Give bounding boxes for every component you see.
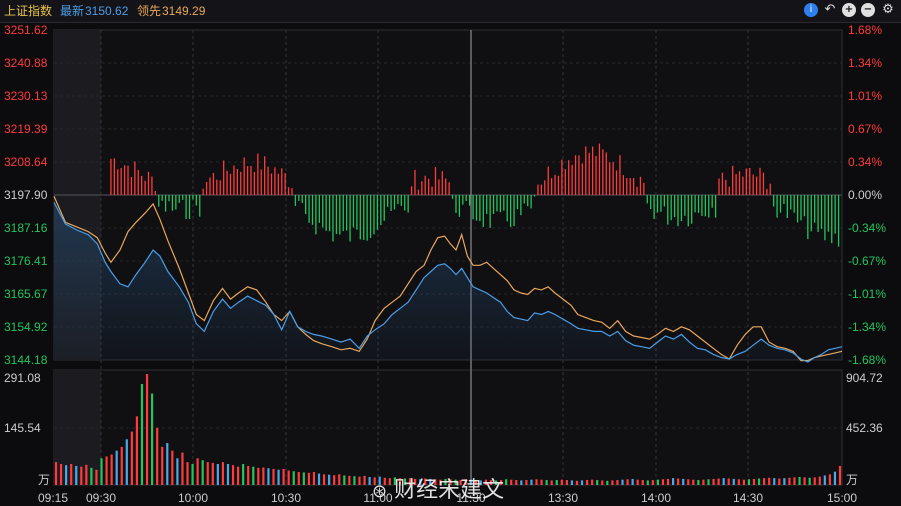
volume-tick-right: 452.36 — [846, 421, 883, 435]
volume-tick-right: 万 — [846, 473, 858, 487]
price-tick-left: 3251.62 — [4, 23, 48, 37]
time-tick: 14:30 — [733, 491, 763, 505]
price-tick-left: 3187.16 — [4, 221, 48, 235]
latest-label: 最新 — [60, 4, 85, 18]
time-tick: 13:30 — [548, 491, 578, 505]
volume-tick-left: 145.54 — [4, 421, 41, 435]
price-tick-left: 3208.64 — [4, 155, 48, 169]
index-name: 上证指数 — [4, 4, 53, 18]
price-tick-left: 3154.92 — [4, 320, 48, 334]
price-tick-left: 3219.39 — [4, 122, 48, 136]
percent-tick-right: 1.68% — [848, 23, 882, 37]
percent-tick-right: -1.01% — [848, 287, 886, 301]
percent-tick-right: 0.00% — [848, 188, 882, 202]
percent-tick-right: -0.67% — [848, 254, 886, 268]
price-tick-left: 3144.18 — [4, 353, 48, 367]
percent-tick-right: 0.67% — [848, 122, 882, 136]
volume-tick-left: 291.08 — [4, 371, 41, 385]
time-tick: 09:30 — [86, 491, 116, 505]
time-tick: 15:00 — [827, 491, 857, 505]
percent-tick-right: 1.01% — [848, 89, 882, 103]
latest-value: 3150.62 — [85, 4, 129, 18]
price-tick-left: 3165.67 — [4, 287, 48, 301]
percent-tick-right: -1.68% — [848, 353, 886, 367]
chart-grid — [53, 29, 843, 486]
price-tick-left: 3197.90 — [4, 188, 48, 202]
watermark: ⊛ 财经宋建文 — [372, 472, 504, 504]
zoom-out-icon[interactable]: − — [861, 3, 875, 17]
zoom-in-icon[interactable]: + — [842, 3, 856, 17]
price-tick-left: 3230.13 — [4, 89, 48, 103]
percent-tick-right: 0.34% — [848, 155, 882, 169]
price-tick-left: 3176.41 — [4, 254, 48, 268]
volume-tick-right: 904.72 — [846, 371, 883, 385]
volume-tick-left: 万 — [38, 473, 50, 487]
undo-icon[interactable]: ↶ — [823, 3, 837, 17]
percent-tick-right: 1.34% — [848, 56, 882, 70]
chart-header: 上证指数 最新 3150.62 领先 3149.29 i ↶ + − ⚙ — [0, 0, 901, 23]
info-icon[interactable]: i — [804, 3, 818, 17]
percent-tick-right: -0.34% — [848, 221, 886, 235]
intraday-chart[interactable]: 3251.62 1.68% 3240.88 1.34% 3230.13 1.01% 3219… — [0, 0, 901, 506]
settings-icon[interactable]: ⚙ — [881, 3, 895, 17]
percent-tick-right: -1.34% — [848, 320, 886, 334]
time-tick: 09:15 — [38, 491, 68, 505]
leading-value: 3149.29 — [162, 4, 206, 18]
time-tick: 10:30 — [271, 491, 301, 505]
price-tick-left: 3240.88 — [4, 56, 48, 70]
watermark-text: 财经宋建文 — [394, 478, 505, 503]
leading-label: 领先 — [137, 4, 162, 18]
time-tick: 10:00 — [178, 491, 208, 505]
time-tick: 14:00 — [641, 491, 671, 505]
weibo-icon: ⊛ — [372, 481, 388, 502]
